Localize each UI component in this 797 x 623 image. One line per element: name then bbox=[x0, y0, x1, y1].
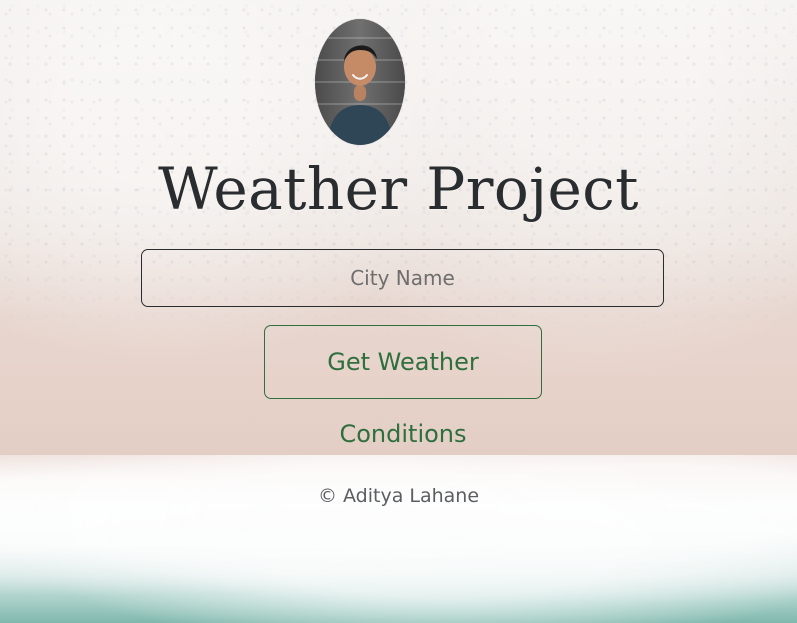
footer-credit: © Aditya Lahane bbox=[317, 485, 480, 507]
get-weather-conditions-button[interactable]: Get Weather Conditions bbox=[264, 325, 542, 448]
city-name-input[interactable] bbox=[141, 249, 664, 307]
page-container: Weather Project Get Weather Conditions ©… bbox=[0, 0, 797, 623]
avatar-icon bbox=[315, 19, 405, 145]
avatar bbox=[315, 19, 405, 145]
page-title: Weather Project bbox=[158, 155, 639, 223]
